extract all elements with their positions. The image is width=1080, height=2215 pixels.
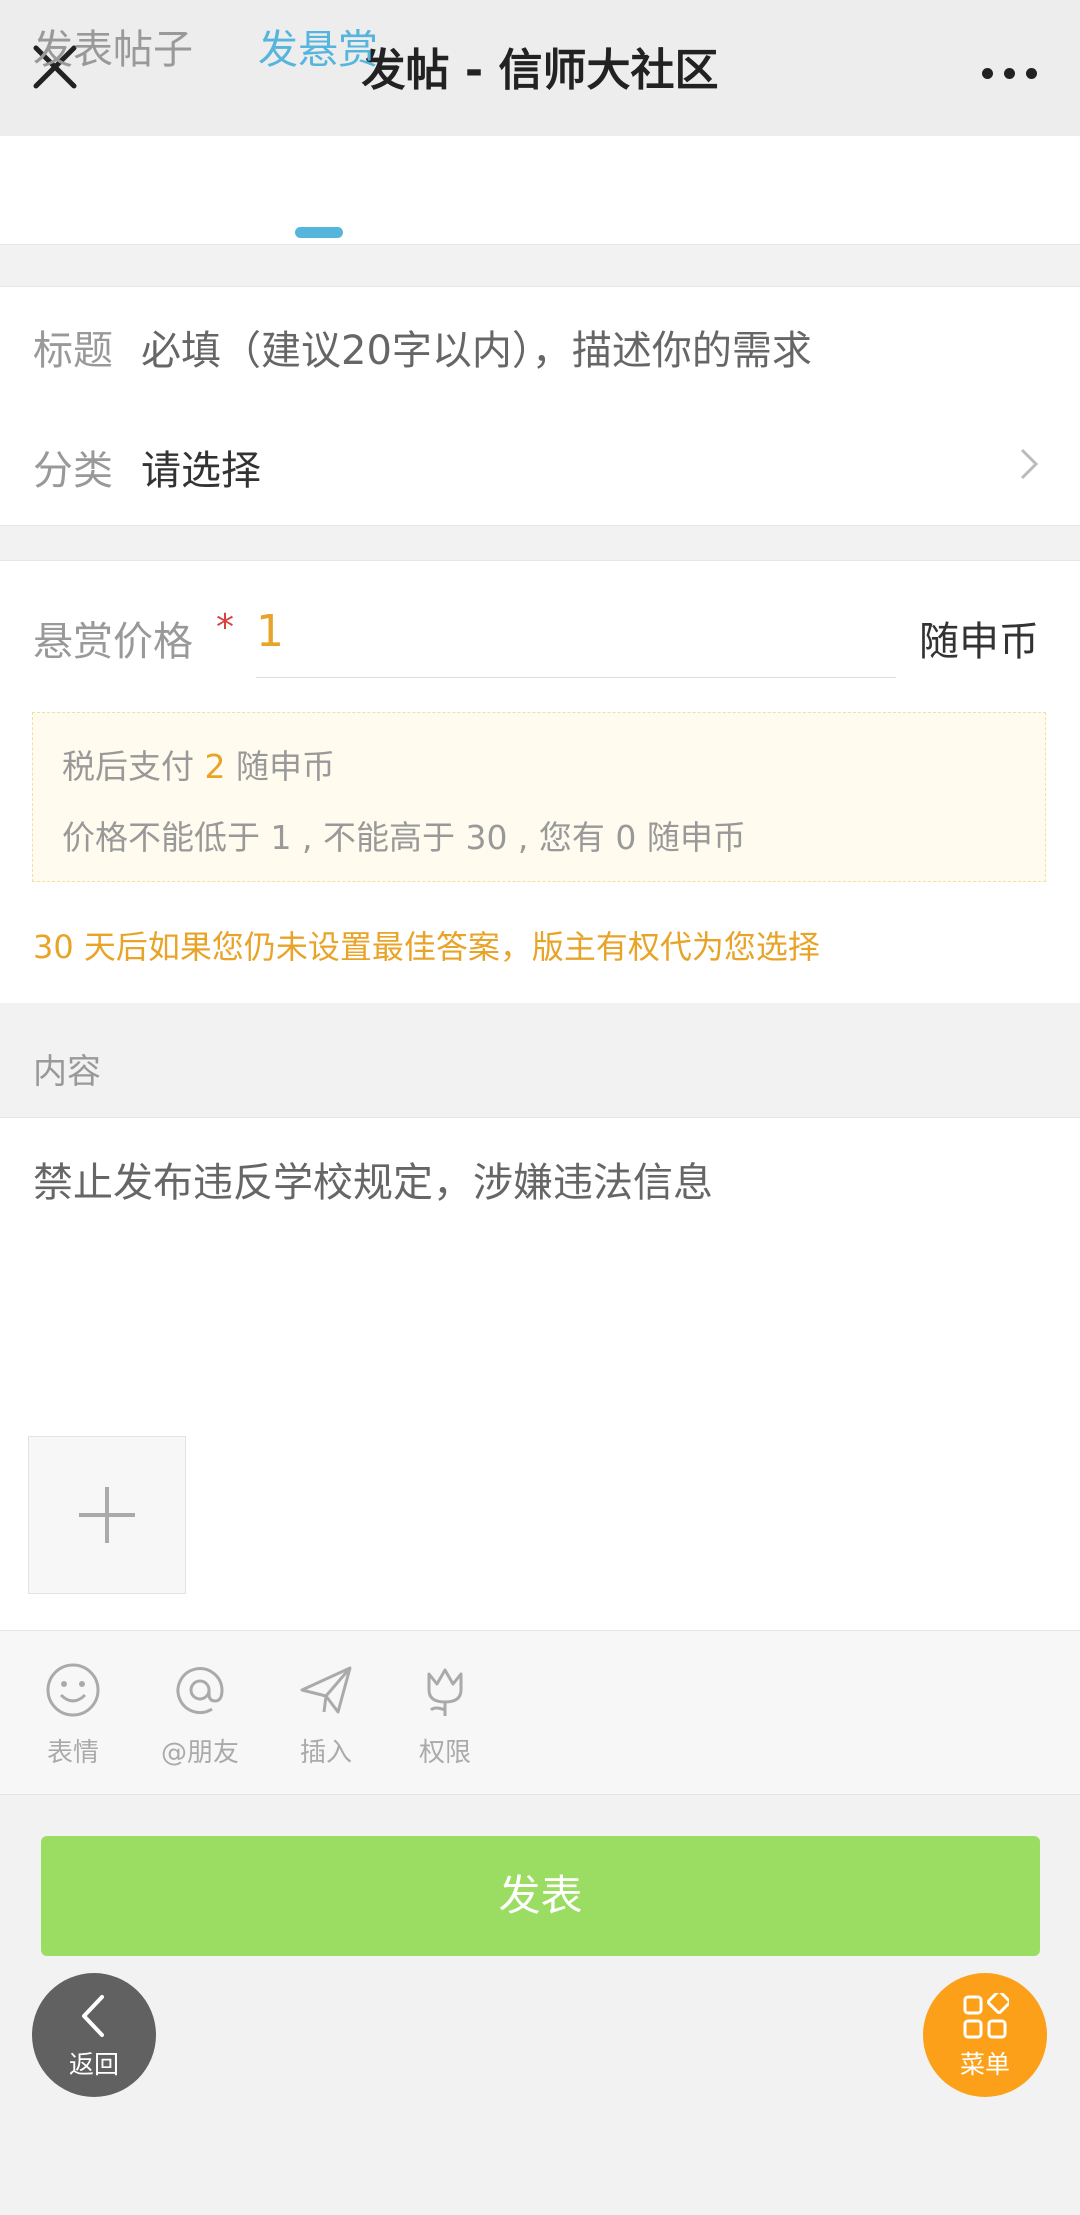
mention-button[interactable]: @朋友 [140,1660,260,1775]
insert-button[interactable]: 插入 [266,1660,386,1775]
emoji-label: 表情 [46,1738,99,1768]
paper-plane-icon [300,1666,352,1714]
title-label: 标题 [33,328,113,374]
tip-pay-unit: 随申币 [236,747,335,786]
tulip-icon [427,1668,463,1716]
back-button[interactable]: 返回 [32,1973,156,2097]
price-unit: 随申币 [919,619,1039,665]
more-dot [1004,68,1015,79]
content-header [0,1003,1080,1117]
plus-icon [79,1487,135,1543]
chevron-right-icon [1020,448,1039,480]
price-label: 悬赏价格 [33,619,193,665]
more-horizontal-icon [982,68,993,79]
tip-range: 价格不能低于 1 , 不能高于 30 , 您有 0 随申币 [62,818,746,857]
grid-menu-icon [963,1993,1009,2039]
best-answer-notice: 30 天后如果您仍未设置最佳答案，版主有权代为您选择 [33,928,820,966]
back-label: 返回 [68,2050,119,2079]
add-image-button[interactable] [28,1436,186,1594]
required-mark: * [216,607,234,648]
tab-bar [0,136,1080,245]
menu-label: 菜单 [959,2050,1010,2079]
tip-pay-prefix: 税后支付 [62,747,194,786]
more-button[interactable] [968,44,1068,100]
content-textarea[interactable]: 禁止发布违反学校规定，涉嫌违法信息 [33,1150,1033,1400]
active-tab-indicator [295,227,343,238]
tip-pay-line: 税后支付 2 随申币 [62,740,335,788]
title-input[interactable]: 必填（建议20字以内），描述你的需求 [141,318,1041,376]
smiley-icon [46,1663,100,1717]
insert-label: 插入 [299,1738,352,1768]
permission-button[interactable]: 权限 [385,1660,505,1775]
publish-button[interactable]: 发表 [41,1836,1040,1956]
tab-post[interactable]: 发表帖子 [33,0,213,108]
permission-label: 权限 [418,1738,471,1768]
content-label: 内容 [33,1052,101,1092]
more-dot [1026,68,1037,79]
price-input-underline [256,677,896,678]
chevron-left-icon [82,1995,104,2037]
price-input[interactable]: 1 [256,606,856,657]
category-value[interactable]: 请选择 [141,438,261,496]
category-label: 分类 [33,448,113,494]
menu-button[interactable]: 菜单 [923,1973,1047,2097]
tip-pay-amount: 2 [204,747,226,786]
at-icon [176,1667,224,1715]
tab-reward[interactable]: 发悬赏 [258,0,388,108]
mention-label: @朋友 [160,1738,239,1768]
emoji-button[interactable]: 表情 [13,1660,133,1775]
